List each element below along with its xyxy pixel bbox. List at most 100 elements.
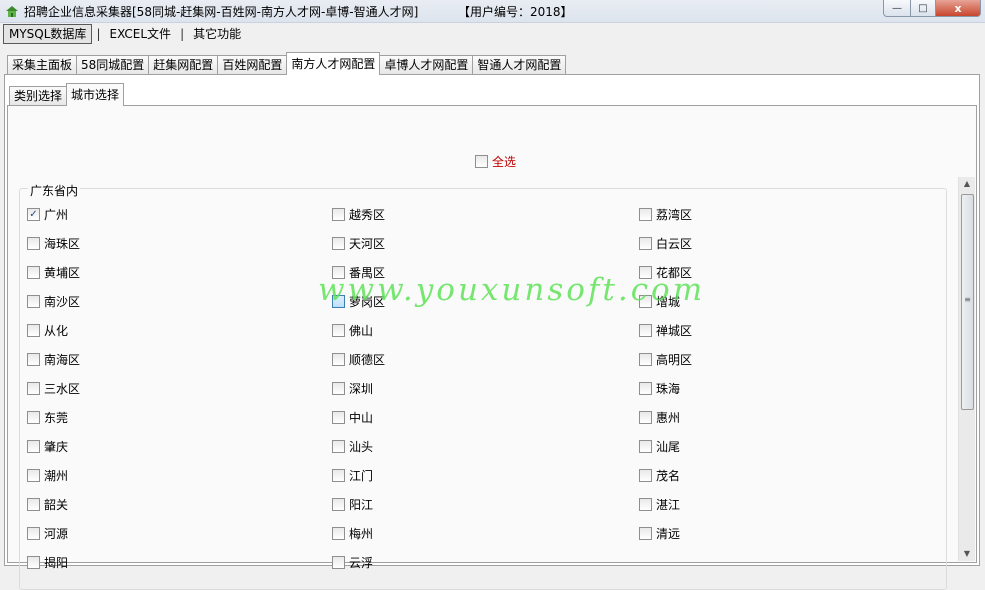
vertical-scrollbar[interactable]: ▲ ≡ ▼ (958, 177, 975, 561)
checkbox-box[interactable] (639, 295, 652, 308)
tab-city-select[interactable]: 城市选择 (66, 83, 125, 106)
checkbox-box[interactable] (27, 295, 40, 308)
city-checkbox[interactable]: 越秀区 (332, 206, 385, 223)
checkbox-box[interactable] (332, 353, 345, 366)
checkbox-box[interactable] (332, 295, 345, 308)
city-checkbox[interactable]: 中山 (332, 409, 373, 426)
checkbox-box[interactable] (27, 527, 40, 540)
checkbox-box[interactable] (639, 411, 652, 424)
select-all-checkbox[interactable]: 全选 (475, 153, 516, 170)
city-checkbox[interactable]: 顺德区 (332, 351, 385, 368)
city-checkbox[interactable]: 茂名 (639, 467, 680, 484)
checkbox-box[interactable] (27, 469, 40, 482)
checkbox-box[interactable] (27, 382, 40, 395)
city-checkbox[interactable]: 深圳 (332, 380, 373, 397)
city-checkbox[interactable]: 禅城区 (639, 322, 692, 339)
checkbox-box[interactable] (332, 469, 345, 482)
checkbox-box[interactable] (639, 440, 652, 453)
checkbox-box[interactable] (332, 266, 345, 279)
tab-ganji-config[interactable]: 赶集网配置 (148, 55, 219, 75)
minimize-button[interactable]: — (883, 0, 911, 17)
city-checkbox[interactable]: 从化 (27, 322, 68, 339)
checkbox-box[interactable] (332, 411, 345, 424)
checkbox-checked[interactable]: ✓ (27, 208, 40, 221)
city-checkbox[interactable]: 南海区 (27, 351, 80, 368)
scroll-down-icon[interactable]: ▼ (959, 547, 975, 561)
checkbox-box[interactable] (27, 411, 40, 424)
city-checkbox[interactable]: 韶关 (27, 496, 68, 513)
city-checkbox[interactable]: 惠州 (639, 409, 680, 426)
checkbox-box[interactable] (332, 440, 345, 453)
tab-nanfang-config[interactable]: 南方人才网配置 (286, 52, 381, 75)
checkbox-box[interactable] (332, 324, 345, 337)
city-checkbox[interactable]: 云浮 (332, 554, 373, 571)
maximize-button[interactable]: □ (911, 0, 936, 17)
checkbox-box[interactable] (27, 440, 40, 453)
tab-zhuobo-config[interactable]: 卓博人才网配置 (379, 55, 474, 75)
menu-mysql[interactable]: MYSQL数据库 (3, 24, 93, 44)
city-checkbox[interactable]: 海珠区 (27, 235, 80, 252)
checkbox-box[interactable] (27, 266, 40, 279)
city-checkbox[interactable]: 潮州 (27, 467, 68, 484)
menu-other[interactable]: 其它功能 (188, 25, 246, 43)
checkbox-box[interactable] (332, 208, 345, 221)
checkbox-box[interactable] (27, 498, 40, 511)
checkbox-box[interactable] (332, 237, 345, 250)
city-checkbox[interactable]: 肇庆 (27, 438, 68, 455)
city-checkbox[interactable]: 汕尾 (639, 438, 680, 455)
close-button[interactable]: x (936, 0, 981, 17)
scroll-thumb[interactable]: ≡ (961, 194, 974, 410)
tab-collect-main[interactable]: 采集主面板 (7, 55, 78, 75)
city-checkbox[interactable]: 阳江 (332, 496, 373, 513)
city-checkbox[interactable]: 黄埔区 (27, 264, 80, 281)
checkbox-box[interactable] (639, 266, 652, 279)
checkbox-box[interactable] (475, 155, 488, 168)
city-label: 南沙区 (44, 295, 81, 309)
city-checkbox[interactable]: 花都区 (639, 264, 692, 281)
city-checkbox[interactable]: 清远 (639, 525, 680, 542)
city-checkbox[interactable]: 南沙区 (27, 293, 80, 310)
city-checkbox[interactable]: 增城 (639, 293, 680, 310)
city-checkbox[interactable]: 江门 (332, 467, 373, 484)
checkbox-box[interactable] (639, 382, 652, 395)
city-checkbox[interactable]: 梅州 (332, 525, 373, 542)
checkbox-box[interactable] (332, 556, 345, 569)
checkbox-box[interactable] (639, 527, 652, 540)
city-checkbox[interactable]: 湛江 (639, 496, 680, 513)
checkbox-box[interactable] (27, 353, 40, 366)
city-checkbox[interactable]: 萝岗区 (332, 293, 385, 310)
city-checkbox[interactable]: 东莞 (27, 409, 68, 426)
tab-category-select[interactable]: 类别选择 (9, 86, 68, 106)
tab-58-config[interactable]: 58同城配置 (76, 55, 150, 75)
checkbox-box[interactable] (27, 237, 40, 250)
city-checkbox[interactable]: 三水区 (27, 380, 80, 397)
city-checkbox[interactable]: 高明区 (639, 351, 692, 368)
menu-excel[interactable]: EXCEL文件 (104, 25, 176, 43)
checkbox-box[interactable] (27, 556, 40, 569)
city-checkbox[interactable]: ✓ 广州 (27, 206, 68, 223)
city-checkbox[interactable]: 番禺区 (332, 264, 385, 281)
city-label: 萝岗区 (349, 295, 386, 309)
city-checkbox[interactable]: 荔湾区 (639, 206, 692, 223)
tab-baixing-config[interactable]: 百姓网配置 (217, 55, 288, 75)
scroll-up-icon[interactable]: ▲ (959, 177, 975, 191)
checkbox-box[interactable] (332, 498, 345, 511)
checkbox-box[interactable] (639, 469, 652, 482)
city-checkbox[interactable]: 汕头 (332, 438, 373, 455)
city-checkbox[interactable]: 河源 (27, 525, 68, 542)
checkbox-box[interactable] (639, 208, 652, 221)
city-label: 广州 (44, 208, 69, 222)
checkbox-box[interactable] (639, 498, 652, 511)
city-checkbox[interactable]: 白云区 (639, 235, 692, 252)
checkbox-box[interactable] (332, 527, 345, 540)
city-checkbox[interactable]: 佛山 (332, 322, 373, 339)
checkbox-box[interactable] (639, 237, 652, 250)
checkbox-box[interactable] (332, 382, 345, 395)
tab-zhitong-config[interactable]: 智通人才网配置 (472, 55, 567, 75)
checkbox-box[interactable] (639, 353, 652, 366)
city-checkbox[interactable]: 天河区 (332, 235, 385, 252)
city-checkbox[interactable]: 珠海 (639, 380, 680, 397)
checkbox-box[interactable] (639, 324, 652, 337)
city-checkbox[interactable]: 揭阳 (27, 554, 68, 571)
checkbox-box[interactable] (27, 324, 40, 337)
